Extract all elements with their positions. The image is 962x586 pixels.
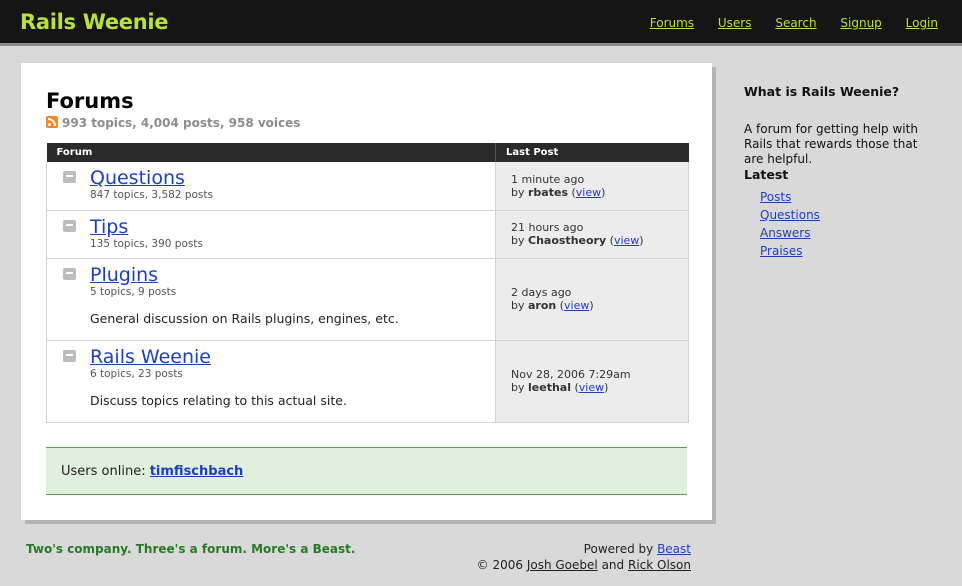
forum-counts: 6 topics, 23 posts xyxy=(90,367,183,380)
table-row: Questions 847 topics, 3,582 posts 1 minu… xyxy=(46,162,689,211)
site-header: Rails Weenie Forums Users Search Signup … xyxy=(0,0,962,46)
forum-counts: 5 topics, 9 posts xyxy=(90,285,177,298)
footer-credits: Powered by Beast © 2006 Josh Goebel and … xyxy=(477,541,691,573)
stats-text: 993 topics, 4,004 posts, 958 voices xyxy=(62,116,301,130)
forum-description: Discuss topics relating to this actual s… xyxy=(90,392,347,408)
view-link[interactable]: view xyxy=(579,381,604,394)
speech-bubble-icon xyxy=(63,349,76,362)
author-link-josh[interactable]: Josh Goebel xyxy=(527,558,598,572)
main-content: Forums 993 topics, 4,004 posts, 958 voic… xyxy=(21,63,712,520)
author-link-rick[interactable]: Rick Olson xyxy=(628,558,691,572)
nav-users[interactable]: Users xyxy=(718,16,752,30)
forums-table: Forum Last Post Questions 847 topics, 3,… xyxy=(46,143,689,423)
forum-counts: 135 topics, 390 posts xyxy=(90,237,203,250)
view-link[interactable]: view xyxy=(576,186,601,199)
forum-cell: Plugins 5 topics, 9 posts General discus… xyxy=(46,258,496,341)
speech-bubble-icon xyxy=(63,219,76,232)
site-logo[interactable]: Rails Weenie xyxy=(20,10,169,34)
sidebar-latest-title: Latest xyxy=(744,167,789,182)
view-link[interactable]: view xyxy=(614,234,639,247)
sidebar-link-answers[interactable]: Answers xyxy=(760,226,810,240)
last-post-user: Chaostheory xyxy=(528,234,607,247)
online-user-link[interactable]: timfischbach xyxy=(150,464,244,479)
forum-link-tips[interactable]: Tips xyxy=(90,217,128,237)
beast-link[interactable]: Beast xyxy=(657,542,691,556)
users-online-label: Users online: xyxy=(61,464,146,479)
last-post-user: rbates xyxy=(528,185,568,199)
speech-bubble-icon xyxy=(63,171,76,183)
footer-tagline: Two's company. Three's a forum. More's a… xyxy=(26,542,356,556)
sidebar-about-text: A forum for getting help with Rails that… xyxy=(744,122,918,166)
table-row: Tips 135 topics, 390 posts 21 hours ago … xyxy=(46,210,689,259)
nav-forums[interactable]: Forums xyxy=(650,16,694,30)
last-post-time: 2 days ago xyxy=(511,286,572,299)
nav-login[interactable]: Login xyxy=(906,16,938,30)
sidebar-link-praises[interactable]: Praises xyxy=(760,244,803,258)
view-link[interactable]: view xyxy=(564,299,589,312)
last-post-cell: 2 days ago by aron (view) xyxy=(495,258,689,341)
column-header-last-post: Last Post xyxy=(495,143,689,162)
forum-cell: Rails Weenie 6 topics, 23 posts Discuss … xyxy=(46,340,496,423)
last-post-cell: 21 hours ago by Chaostheory (view) xyxy=(495,210,689,259)
forum-link-rails-weenie[interactable]: Rails Weenie xyxy=(90,347,211,367)
sidebar-latest-list: Posts Questions Answers Praises xyxy=(760,188,934,260)
by-label: by xyxy=(511,381,525,394)
page-title: Forums xyxy=(46,89,134,113)
forum-link-questions[interactable]: Questions xyxy=(90,168,185,188)
column-header-forum: Forum xyxy=(46,143,496,162)
by-label: by xyxy=(511,185,525,199)
forum-cell: Questions 847 topics, 3,582 posts xyxy=(46,162,496,211)
last-post-user: aron xyxy=(528,299,557,312)
table-header-row: Forum Last Post xyxy=(46,143,689,162)
sidebar-link-posts[interactable]: Posts xyxy=(760,190,791,204)
by-label: by xyxy=(511,299,525,312)
by-label: by xyxy=(511,234,525,247)
sidebar-about-title: What is Rails Weenie? xyxy=(744,84,900,99)
table-row: Rails Weenie 6 topics, 23 posts Discuss … xyxy=(46,340,689,423)
speech-bubble-icon xyxy=(63,267,76,280)
last-post-time: 21 hours ago xyxy=(511,221,584,234)
last-post-time: Nov 28, 2006 7:29am xyxy=(511,368,631,381)
forum-description: General discussion on Rails plugins, eng… xyxy=(90,310,399,326)
forum-stats: 993 topics, 4,004 posts, 958 voices xyxy=(46,116,300,130)
last-post-cell: 1 minute ago by rbates (view) xyxy=(495,162,689,211)
sidebar: What is Rails Weenie? A forum for gettin… xyxy=(744,84,934,260)
users-online-box: Users online: timfischbach xyxy=(46,447,687,495)
copyright-text: © 2006 xyxy=(476,558,523,572)
sidebar-link-questions[interactable]: Questions xyxy=(760,208,820,222)
forum-counts: 847 topics, 3,582 posts xyxy=(90,189,213,201)
last-post-user: leethal xyxy=(528,381,571,394)
nav-search[interactable]: Search xyxy=(775,16,816,30)
powered-by-label: Powered by xyxy=(583,542,654,556)
nav-signup[interactable]: Signup xyxy=(840,16,881,30)
table-row: Plugins 5 topics, 9 posts General discus… xyxy=(46,258,689,341)
and-text: and xyxy=(601,558,625,572)
rss-feed-icon[interactable] xyxy=(46,116,58,128)
main-nav: Forums Users Search Signup Login xyxy=(630,16,938,30)
last-post-time: 1 minute ago xyxy=(511,172,585,186)
last-post-cell: Nov 28, 2006 7:29am by leethal (view) xyxy=(495,340,689,423)
forum-link-plugins[interactable]: Plugins xyxy=(90,265,158,285)
forum-cell: Tips 135 topics, 390 posts xyxy=(46,210,496,259)
